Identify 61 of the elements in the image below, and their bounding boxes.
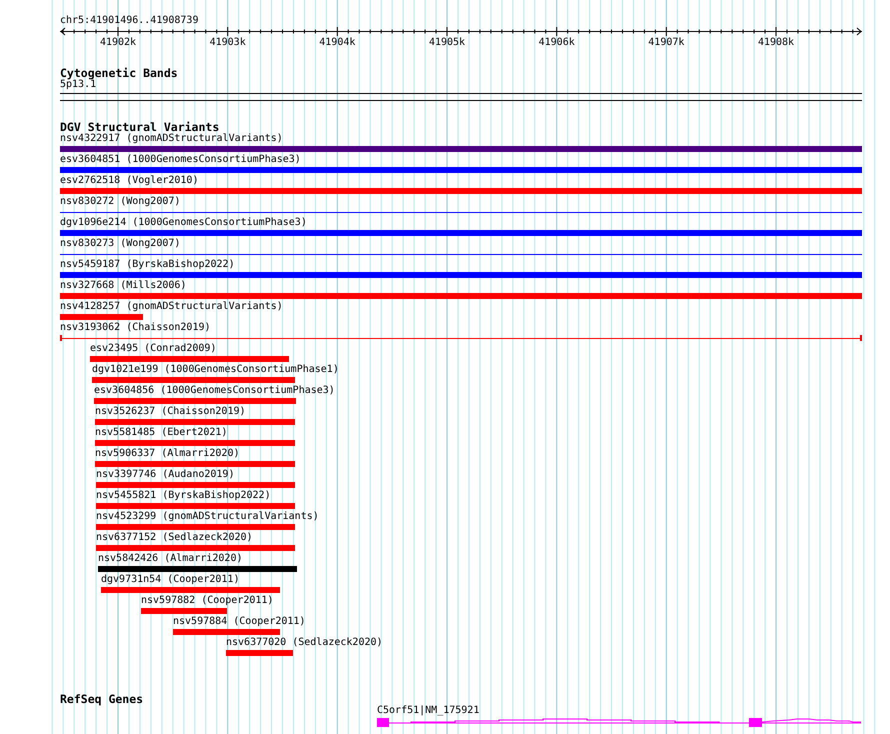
variant-label[interactable]: nsv5906337 (Almarri2020) bbox=[95, 448, 240, 459]
variant-label[interactable]: nsv3193062 (Chaisson2019) bbox=[60, 322, 211, 333]
variant-bar[interactable] bbox=[90, 356, 289, 362]
variant-label[interactable]: nsv597882 (Cooper2011) bbox=[141, 595, 274, 606]
variant-label[interactable]: dgv1021e199 (1000GenomesConsortiumPhase1) bbox=[92, 364, 339, 375]
track-title: Cytogenetic Bands bbox=[60, 67, 179, 79]
tick-label: 41907k bbox=[647, 37, 686, 49]
tick-label: 41902k bbox=[98, 37, 138, 49]
variant-label[interactable]: nsv3397746 (Audano2019) bbox=[96, 469, 234, 480]
gene-label[interactable]: C5orf51|NM_175921 bbox=[377, 705, 480, 716]
variant-label[interactable]: dgv1096e214 (1000GenomesConsortiumPhase3) bbox=[60, 217, 307, 228]
variant-bar[interactable] bbox=[95, 440, 295, 446]
variant-label[interactable]: esv3604856 (1000GenomesConsortiumPhase3) bbox=[94, 385, 335, 396]
variant-label[interactable]: nsv5581485 (Ebert2021) bbox=[95, 427, 228, 438]
variant-label[interactable]: nsv3526237 (Chaisson2019) bbox=[95, 406, 246, 417]
variant-label[interactable]: nsv327668 (Mills2006) bbox=[60, 280, 186, 291]
variant-bar[interactable] bbox=[60, 293, 862, 299]
track-title: RefSeq Genes bbox=[60, 693, 144, 705]
variant-label[interactable]: nsv5455821 (ByrskaBishop2022) bbox=[96, 490, 271, 501]
tick-label: 41903k bbox=[208, 37, 247, 49]
track-title: DGV Structural Variants bbox=[60, 121, 220, 133]
variant-bar[interactable] bbox=[141, 608, 227, 614]
variant-bar[interactable] bbox=[173, 629, 280, 635]
variant-bar[interactable] bbox=[96, 524, 295, 530]
gene-drawing[interactable] bbox=[377, 718, 861, 727]
variant-bar[interactable] bbox=[60, 314, 143, 320]
variant-bar[interactable] bbox=[101, 587, 280, 593]
variant-bar[interactable] bbox=[60, 146, 862, 152]
variant-label[interactable]: nsv5842426 (Almarri2020) bbox=[98, 553, 242, 564]
variant-bar[interactable] bbox=[95, 461, 295, 467]
variant-bar[interactable] bbox=[96, 503, 295, 509]
variant-bar[interactable] bbox=[98, 566, 297, 572]
variant-label[interactable]: nsv4322917 (gnomADStructuralVariants) bbox=[60, 133, 283, 144]
variant-bar[interactable] bbox=[94, 398, 296, 404]
variant-label[interactable]: nsv6377152 (Sedlazeck2020) bbox=[96, 532, 253, 543]
variant-label[interactable]: nsv4523299 (gnomADStructuralVariants) bbox=[96, 511, 319, 522]
variant-label[interactable]: nsv597884 (Cooper2011) bbox=[173, 616, 306, 627]
variant-label[interactable]: esv3604851 (1000GenomesConsortiumPhase3) bbox=[60, 154, 301, 165]
variant-bar[interactable] bbox=[92, 377, 295, 383]
variant-bar[interactable] bbox=[95, 419, 295, 425]
variant-label[interactable]: nsv5459187 (ByrskaBishop2022) bbox=[60, 259, 235, 270]
variant-label[interactable]: esv23495 (Conrad2009) bbox=[90, 343, 216, 354]
variant-bar[interactable] bbox=[96, 545, 295, 551]
tick-label: 41908k bbox=[756, 37, 796, 49]
variant-bar[interactable] bbox=[60, 230, 862, 236]
tick-label: 41906k bbox=[538, 37, 576, 49]
variant-label[interactable]: nsv6377020 (Sedlazeck2020) bbox=[226, 637, 383, 648]
variant-label[interactable]: nsv830272 (Wong2007) bbox=[60, 196, 180, 207]
variant-bar[interactable] bbox=[60, 188, 862, 194]
variant-label[interactable]: dgv9731n54 (Cooper2011) bbox=[101, 574, 240, 585]
variant-label[interactable]: nsv830273 (Wong2007) bbox=[60, 238, 180, 249]
variant-bar[interactable] bbox=[96, 482, 295, 488]
variant-bar[interactable] bbox=[60, 167, 862, 173]
variant-bar[interactable] bbox=[226, 650, 293, 656]
location-label: chr5:41901496..41908739 bbox=[60, 15, 200, 27]
variant-label[interactable]: esv2762518 (Vogler2010) bbox=[60, 175, 198, 186]
band-label: 5p13.1 bbox=[60, 79, 96, 91]
tick-label: 41905k bbox=[428, 37, 466, 49]
tick-label: 41904k bbox=[318, 37, 356, 49]
variant-label[interactable]: nsv4128257 (gnomADStructuralVariants) bbox=[60, 301, 283, 312]
variant-bar[interactable] bbox=[60, 272, 862, 278]
